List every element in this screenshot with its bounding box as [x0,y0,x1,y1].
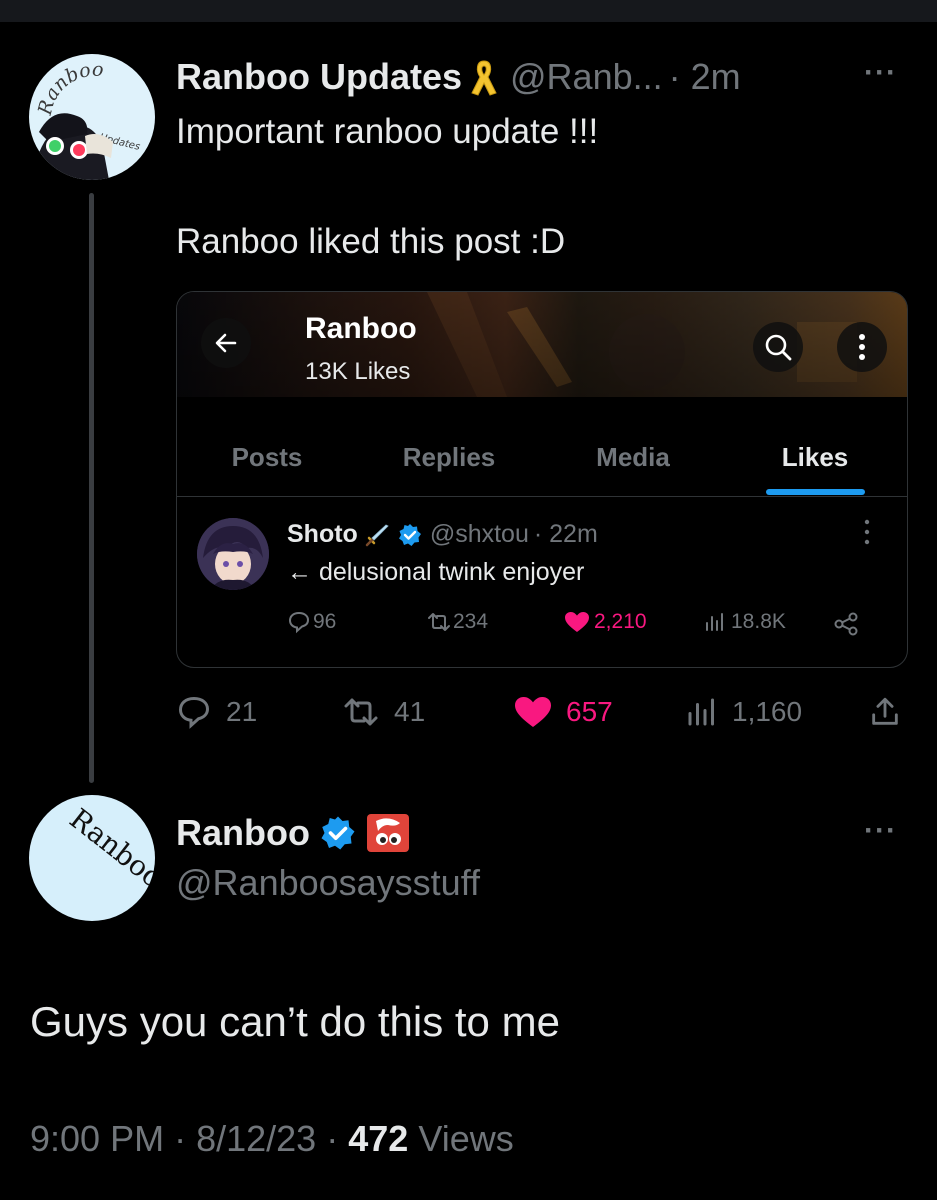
separator-dot: · [326,1118,349,1159]
search-icon [765,334,792,361]
share-button[interactable] [868,694,902,730]
verified-badge-icon [398,523,422,547]
profile-likes-count: 13K Likes [305,358,411,385]
ranboo-updates-avatar[interactable]: Ranboo Updates [29,54,155,180]
repost-count: 234 [453,610,489,633]
post-share-button[interactable] [833,612,859,636]
views-label: Views [418,1118,514,1159]
yellow-ribbon-icon [470,57,498,97]
repost-icon [428,613,450,631]
reply-count: 21 [226,696,258,727]
like-count: 657 [566,696,613,727]
author-handle[interactable]: @Ranboosaysstuff [176,862,480,904]
tweet-time[interactable]: · 2m [669,56,741,98]
ranboo-avatar[interactable]: Ranboo [29,795,155,921]
post-author-name[interactable]: Shoto [287,520,358,549]
shoto-avatar[interactable] [197,518,269,590]
avatar-art: Ranboo [63,802,155,895]
avatar-art [197,518,269,590]
tweet-text-line1: Important ranboo update !!! [176,112,599,151]
quote-tweet-header: Ranboo Updates @Ranb... · 2m [176,52,741,102]
tab-posts[interactable]: Posts [197,422,337,492]
back-button[interactable] [201,318,251,368]
post-author-handle[interactable]: @shxtou [430,520,529,549]
views-icon [706,613,723,631]
reply-icon [178,696,210,729]
tab-media[interactable]: Media [563,422,703,492]
thread-line [89,193,94,783]
avatar-label: Ranboo [34,59,104,119]
post-views-button[interactable]: 18.8K [703,610,786,634]
main-tweet-header: Ranboo [176,808,410,858]
tweet-text-line2: Ranboo liked this post :D [176,222,566,261]
share-icon [834,612,858,636]
post-text: ← delusional twink enjoyer [287,558,585,586]
post-repost-button[interactable]: 234 [425,610,488,634]
tweet-meta: 9:00 PM · 8/12/23 · 472 Views [30,1118,514,1160]
heart-filled-icon [515,697,551,727]
profile-tabs: Posts Replies Media Likes [177,422,907,497]
author-handle[interactable]: @Ranb... [510,56,663,98]
more-options-icon[interactable]: ··· [864,814,897,848]
tweet-date[interactable]: 8/12/23 [196,1118,316,1159]
separator-dot: · [174,1118,197,1159]
repost-count: 41 [394,696,426,727]
views-count: 472 [348,1118,409,1159]
reply-icon [288,611,310,634]
avatar-label: Ranboo [63,802,155,895]
post-more-icon[interactable] [863,518,871,551]
post-like-button[interactable]: 2,210 [563,610,647,634]
views-button[interactable]: 1,160 [684,694,802,730]
tab-likes[interactable]: Likes [747,422,883,492]
post-reply-button[interactable]: 96 [287,610,336,634]
search-button[interactable] [753,322,803,372]
profile-name: Ranboo [305,312,417,345]
views-count: 1,160 [732,696,803,727]
heart-filled-icon [565,612,589,632]
upload-share-icon [872,697,898,725]
verified-badge-icon [320,815,356,851]
like-count: 2,210 [594,610,647,633]
more-options-icon[interactable]: ··· [864,56,897,90]
affiliate-badge-icon [366,813,410,853]
status-bar [0,0,937,22]
tweet-text: Guys you can’t do this to me [30,998,560,1045]
like-button[interactable]: 657 [512,694,613,730]
vertical-dots-icon [859,334,865,360]
repost-button[interactable]: 41 [340,694,425,730]
repost-icon [344,698,378,726]
avatar-art: Ranboo Updates [34,59,141,180]
embedded-image[interactable]: Ranboo 13K Likes Posts Replies Media Lik… [176,291,908,668]
more-button[interactable] [837,322,887,372]
back-arrow-icon [215,333,237,353]
reply-button[interactable]: 21 [176,694,257,730]
sword-icon [364,522,390,548]
active-tab-indicator [766,489,865,495]
views-icon [688,698,714,726]
tweet-time[interactable]: 9:00 PM [30,1118,164,1159]
author-name[interactable]: Ranboo [176,812,310,854]
post-time[interactable]: · 22m [534,520,598,549]
tab-replies[interactable]: Replies [373,422,525,492]
svg-text:Ranboo: Ranboo [34,59,104,119]
author-name[interactable]: Ranboo Updates [176,56,462,98]
reply-count: 96 [313,610,337,633]
liked-post-header: Shoto @shxtou · 22m [287,520,598,549]
views-count: 18.8K [731,610,786,633]
